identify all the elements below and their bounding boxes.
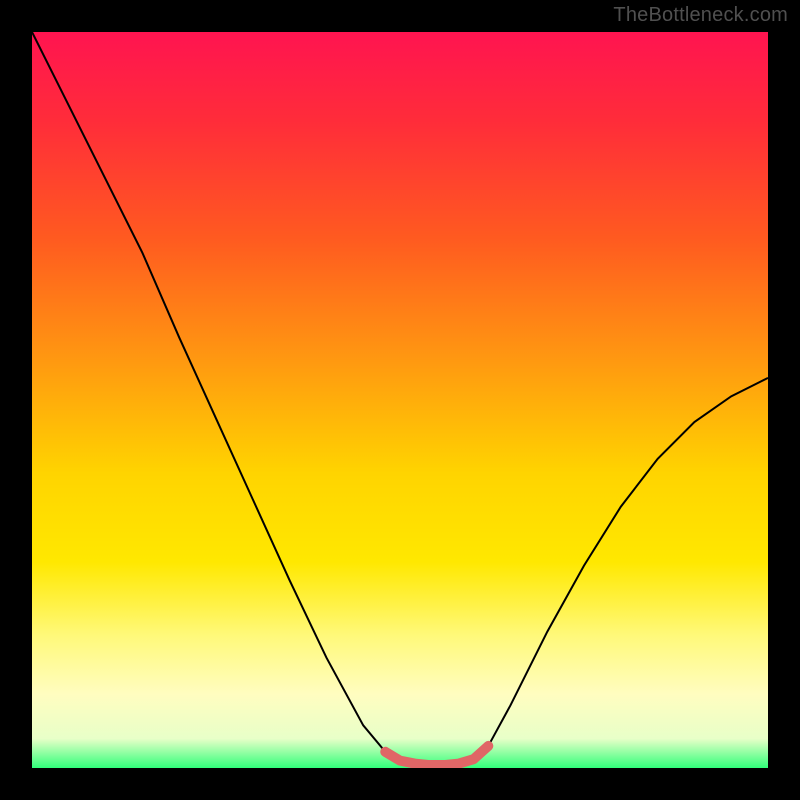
chart-frame: TheBottleneck.com	[0, 0, 800, 800]
chart-svg	[32, 32, 768, 768]
watermark-label: TheBottleneck.com	[613, 4, 788, 27]
gradient-rect	[32, 32, 768, 768]
plot-area	[32, 32, 768, 768]
